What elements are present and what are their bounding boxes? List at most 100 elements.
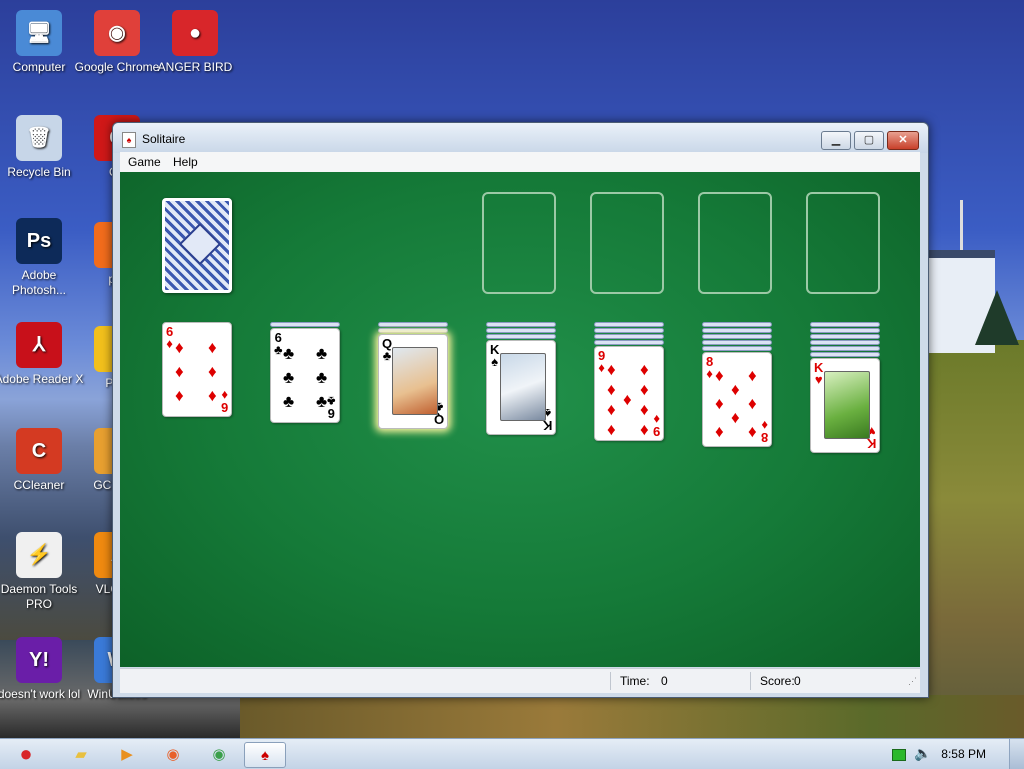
firefox-icon: ◉ <box>166 746 180 763</box>
taskbar-chrome[interactable]: ◉ <box>202 742 236 766</box>
card-pip: ♦ <box>607 420 616 439</box>
menu-help[interactable]: Help <box>173 155 198 169</box>
desktop-icon-label: Adobe Photosh... <box>11 268 67 297</box>
card-pip: ♦ <box>623 390 632 409</box>
card-rank-bottom: 9 ♦ <box>652 412 660 439</box>
tableau-card[interactable]: 8 ♦ 8 ♦ ♦ ♦ ♦ ♦ ♦ ♦ ♦ ♦ <box>702 352 772 447</box>
desktop-icon-label: ANGER BIRD <box>157 60 233 74</box>
card-pip: ♦ <box>175 386 184 405</box>
resize-grip-icon[interactable]: ⋰ <box>908 676 917 687</box>
chrome-icon: ◉ <box>94 10 140 56</box>
desktop-icon-chrome[interactable]: ◉ Google Chrome <box>72 10 162 75</box>
face-down-card <box>486 328 556 333</box>
card-pip: ♣ <box>283 392 295 411</box>
card-pip: ♣ <box>316 368 328 387</box>
face-down-card <box>702 328 772 333</box>
face-down-card <box>702 346 772 351</box>
show-desktop-button[interactable] <box>1009 739 1024 769</box>
taskbar-firefox[interactable]: ◉ <box>156 742 190 766</box>
card-pip: ♦ <box>748 394 757 413</box>
maximize-button[interactable]: ▢ <box>854 131 884 150</box>
card-pip: ♣ <box>316 344 328 363</box>
card-pip: ♦ <box>748 366 757 385</box>
volume-icon[interactable]: 🔈 <box>914 745 931 762</box>
tableau-card[interactable]: K ♠ K ♠ <box>486 340 556 435</box>
card-rank-top: 6 ♣ <box>274 330 283 357</box>
chrome-icon: ◉ <box>212 746 226 763</box>
network-icon[interactable] <box>892 749 906 761</box>
computer-icon: 🖥 <box>16 10 62 56</box>
card-rank-top: 6 ♦ <box>166 324 174 351</box>
score-label: Score: <box>760 674 795 688</box>
angry-bird-icon: ● <box>172 10 218 56</box>
face-down-card <box>702 340 772 345</box>
card-pip: ♣ <box>283 344 295 363</box>
card-rank-bottom: 8 ♦ <box>760 418 768 445</box>
card-rank-top: K ♠ <box>490 342 500 369</box>
face-down-card <box>594 328 664 333</box>
card-pip: ♦ <box>607 380 616 399</box>
card-rank-top: K ♥ <box>814 360 824 387</box>
card-pip: ♦ <box>208 362 217 381</box>
card-pip: ♦ <box>731 380 740 399</box>
background-grass <box>240 695 1024 738</box>
card-pip: ♦ <box>208 386 217 405</box>
foundation-slot-4[interactable] <box>806 192 880 294</box>
score-value: 0 <box>794 674 801 688</box>
face-down-card <box>810 340 880 345</box>
foundation-slot-3[interactable] <box>698 192 772 294</box>
tableau-card[interactable]: 9 ♦ 9 ♦ ♦ ♦ ♦ ♦ ♦ ♦ ♦ ♦ ♦ <box>594 346 664 441</box>
start-button[interactable]: ● <box>3 741 49 766</box>
tableau-card[interactable]: Q ♣ Q ♣ <box>378 334 448 429</box>
window-title: Solitaire <box>142 132 186 146</box>
time-value: 0 <box>661 674 668 688</box>
menu-game[interactable]: Game <box>128 155 161 169</box>
folder-icon: ▰ <box>75 746 87 763</box>
card-rank-top: Q ♣ <box>382 336 393 363</box>
foundation-slot-1[interactable] <box>482 192 556 294</box>
taskbar-solitaire[interactable]: ♠ <box>244 742 286 768</box>
face-down-card <box>486 334 556 339</box>
card-rank-bottom: 6 ♣ <box>327 394 336 421</box>
close-button[interactable]: ✕ <box>887 131 919 150</box>
face-down-card <box>594 340 664 345</box>
card-pip: ♦ <box>175 338 184 357</box>
card-rank-top: 8 ♦ <box>706 354 714 381</box>
card-pip: ♣ <box>283 368 295 387</box>
game-board[interactable]: 6 ♦ 6 ♦ ♦ ♦ ♦ ♦ ♦ ♦ 6 ♣ 6 ♣ ♣ ♣ ♣ ♣ ♣ ♣ Q ♣ Q ♣ K ♠ K ♠ 9 ♦ 9 ♦ ♦ ♦ ♦ ♦ ♦ ♦ ♦ ♦… <box>120 172 920 667</box>
title-bar[interactable]: ♠ Solitaire ▁ ▢ ✕ <box>113 123 928 153</box>
card-pip: ♦ <box>640 380 649 399</box>
desktop-icon-label: Daemon Tools PRO <box>0 582 78 611</box>
face-down-card <box>594 322 664 327</box>
minimize-button[interactable]: ▁ <box>821 131 851 150</box>
tableau-card[interactable]: K ♥ K ♥ <box>810 358 880 453</box>
card-face-art <box>392 347 438 415</box>
card-pip: ♦ <box>640 420 649 439</box>
time-label: Time: <box>620 674 650 688</box>
menu-bar: Game Help <box>120 152 920 173</box>
taskbar-explorer[interactable]: ▰ <box>64 742 98 766</box>
tableau-card[interactable]: 6 ♣ 6 ♣ ♣ ♣ ♣ ♣ ♣ ♣ <box>270 328 340 423</box>
face-down-card <box>810 334 880 339</box>
face-down-card <box>810 322 880 327</box>
tableau-card[interactable]: 6 ♦ 6 ♦ ♦ ♦ ♦ ♦ ♦ ♦ <box>162 322 232 417</box>
recycle-bin-icon: 🗑 <box>16 115 62 161</box>
media-player-icon: ▶ <box>121 746 133 763</box>
taskbar-media-player[interactable]: ▶ <box>110 742 144 766</box>
solitaire-icon: ♠ <box>261 746 269 764</box>
card-rank-bottom: 6 ♦ <box>220 388 228 415</box>
stock-pile[interactable] <box>162 198 232 293</box>
foundation-slot-2[interactable] <box>590 192 664 294</box>
angry-bird-start-icon: ● <box>19 741 33 766</box>
ccleaner-icon: C <box>16 428 62 474</box>
card-face-art <box>824 371 870 439</box>
card-pip: ♦ <box>640 400 649 419</box>
card-pip: ♦ <box>208 338 217 357</box>
adobe-reader-icon: ⅄ <box>16 322 62 368</box>
desktop-icon-label: CCleaner <box>13 478 65 492</box>
desktop-icon-angry-bird[interactable]: ● ANGER BIRD <box>150 10 240 75</box>
clock[interactable]: 8:58 PM <box>941 747 986 761</box>
face-down-card <box>594 334 664 339</box>
desktop-icon-label: Computer <box>12 60 66 74</box>
desktop-icon-label: doesn't work lol <box>0 687 81 701</box>
